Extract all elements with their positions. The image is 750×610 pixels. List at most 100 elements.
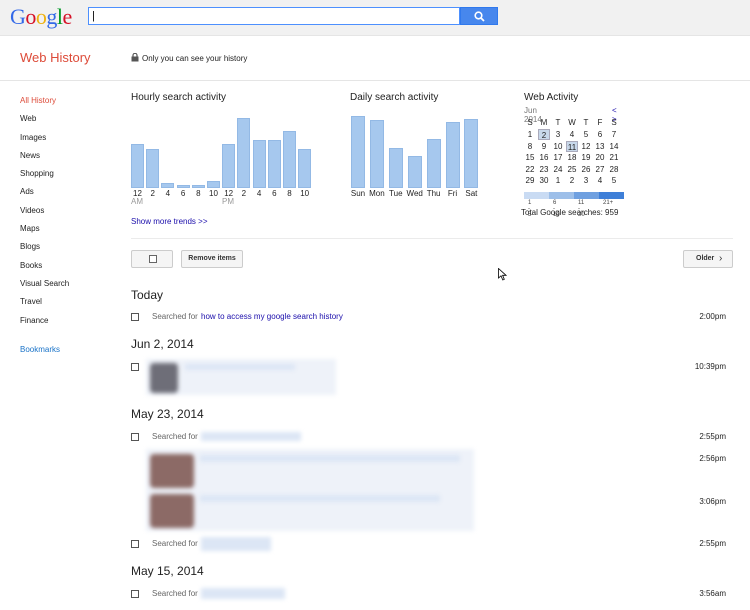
calendar-day[interactable]: 12 — [580, 141, 592, 152]
select-all-checkbox-button[interactable] — [131, 250, 173, 268]
calendar-legend-label: 21+ — [603, 200, 614, 206]
total-searches: Total Google searches: 959 — [521, 208, 619, 217]
hourly-chart: 12 2 4 6 8 10 12 2 4 6 8 10 AM PM — [131, 106, 313, 208]
page-title: Web History — [20, 50, 91, 65]
mouse-cursor-icon — [498, 268, 507, 281]
calendar-weekday: T — [555, 118, 561, 127]
privacy-text: Only you can see your history — [142, 54, 248, 63]
calendar-day[interactable]: 7 — [608, 129, 620, 140]
daily-chart: Sun Mon Tue Wed Thu Fri Sat — [351, 106, 485, 208]
sidebar-item-all-history[interactable]: All History — [20, 96, 69, 114]
row-checkbox[interactable] — [131, 363, 139, 371]
calendar-day[interactable]: 4 — [566, 129, 578, 140]
calendar-legend-swatch — [574, 192, 599, 199]
calendar-day[interactable]: 24 — [552, 164, 564, 175]
search-input[interactable] — [89, 8, 459, 24]
sidebar-item-travel[interactable]: Travel — [20, 297, 69, 315]
toolbar-divider — [131, 238, 733, 239]
hourly-bar — [146, 148, 160, 188]
calendar-day[interactable]: 22 — [524, 164, 536, 175]
calendar-day[interactable]: 18 — [566, 152, 578, 163]
sidebar-item-ads[interactable]: Ads — [20, 187, 69, 205]
calendar-weekday: W — [568, 118, 576, 127]
calendar-weekday: S — [527, 118, 533, 127]
calendar-day[interactable]: 4 — [594, 175, 606, 186]
top-bar: Google — [0, 0, 750, 36]
entry-time: 3:06pm — [699, 497, 726, 506]
row-checkbox[interactable] — [131, 433, 139, 441]
hourly-bar — [298, 148, 312, 188]
calendar-weekday: S — [611, 118, 617, 127]
hourly-bar — [252, 139, 266, 188]
calendar-day[interactable]: 26 — [580, 164, 592, 175]
calendar-day[interactable]: 3 — [580, 175, 592, 186]
sidebar-item-images[interactable]: Images — [20, 133, 69, 151]
row-checkbox[interactable] — [131, 540, 139, 548]
sidebar-item-visual-search[interactable]: Visual Search — [20, 279, 69, 297]
calendar-day[interactable]: 16 — [538, 152, 550, 163]
row-checkbox[interactable] — [131, 313, 139, 321]
calendar-day[interactable]: 1 — [552, 175, 564, 186]
search-query-link[interactable]: how to access my google search history — [201, 312, 343, 321]
calendar-day[interactable]: 6 — [594, 129, 606, 140]
sidebar-item-news[interactable]: News — [20, 151, 69, 169]
calendar-day[interactable]: 2 — [566, 175, 578, 186]
hourly-bar — [267, 139, 281, 188]
row-checkbox[interactable] — [131, 590, 139, 598]
daily-bar — [369, 119, 384, 188]
sidebar: All History Web Images News Shopping Ads Video… — [20, 96, 69, 334]
sidebar-item-finance[interactable]: Finance — [20, 316, 69, 334]
calendar-day[interactable]: 15 — [524, 152, 536, 163]
sidebar-item-shopping[interactable]: Shopping — [20, 169, 69, 187]
redacted-query — [201, 588, 285, 599]
sidebar-item-videos[interactable]: Videos — [20, 206, 69, 224]
sidebar-item-maps[interactable]: Maps — [20, 224, 69, 242]
calendar-day[interactable]: 23 — [538, 164, 550, 175]
calendar-day[interactable]: 11 — [566, 140, 578, 152]
search-button[interactable] — [460, 7, 498, 25]
calendar-day[interactable]: 1 — [524, 129, 536, 140]
calendar-day[interactable]: 30 — [538, 175, 550, 186]
sidebar-item-bookmarks[interactable]: Bookmarks — [20, 345, 60, 354]
daily-chart-title: Daily search activity — [350, 92, 439, 103]
redacted-thumbnail — [150, 363, 178, 393]
calendar-day[interactable]: 5 — [608, 175, 620, 186]
calendar-day[interactable]: 3 — [552, 129, 564, 140]
hourly-bar — [207, 181, 220, 188]
calendar-legend-swatch — [599, 192, 624, 199]
calendar-day[interactable]: 29 — [524, 175, 536, 186]
calendar-day[interactable]: 8 — [524, 141, 536, 152]
calendar-day[interactable]: 14 — [608, 141, 620, 152]
sidebar-item-blogs[interactable]: Blogs — [20, 242, 69, 260]
am-label: AM — [131, 197, 143, 206]
calendar-day[interactable]: 28 — [608, 164, 620, 175]
calendar-day[interactable]: 27 — [594, 164, 606, 175]
calendar-day[interactable]: 19 — [580, 152, 592, 163]
older-label: Older — [696, 255, 715, 262]
pm-label: PM — [222, 197, 234, 206]
google-logo[interactable]: Google — [10, 4, 72, 30]
remove-items-button[interactable]: Remove items — [181, 250, 243, 268]
calendar-day[interactable]: 17 — [552, 152, 564, 163]
calendar-day[interactable]: 21 — [608, 152, 620, 163]
redacted-query — [201, 432, 301, 441]
calendar-day[interactable]: 20 — [594, 152, 606, 163]
calendar-day[interactable]: 5 — [580, 129, 592, 140]
older-button[interactable]: Older › — [683, 250, 733, 268]
section-date: May 15, 2014 — [131, 564, 204, 578]
searched-for-label: Searched for — [152, 432, 198, 441]
sidebar-item-books[interactable]: Books — [20, 261, 69, 279]
hourly-bar — [237, 118, 251, 188]
calendar-day[interactable]: 25 — [566, 164, 578, 175]
web-activity-title: Web Activity — [524, 92, 579, 103]
calendar-day[interactable]: 2 — [538, 129, 550, 140]
calendar-day[interactable]: 13 — [594, 141, 606, 152]
show-more-trends-link[interactable]: Show more trends >> — [131, 217, 207, 226]
entry-time: 10:39pm — [694, 362, 726, 371]
searched-for-label: Searched for — [152, 539, 198, 548]
sidebar-item-web[interactable]: Web — [20, 114, 69, 132]
calendar-day[interactable]: 10 — [552, 141, 564, 152]
calendar-day[interactable]: 9 — [538, 141, 550, 152]
search-box[interactable] — [88, 7, 460, 25]
hourly-chart-title: Hourly search activity — [131, 92, 227, 103]
